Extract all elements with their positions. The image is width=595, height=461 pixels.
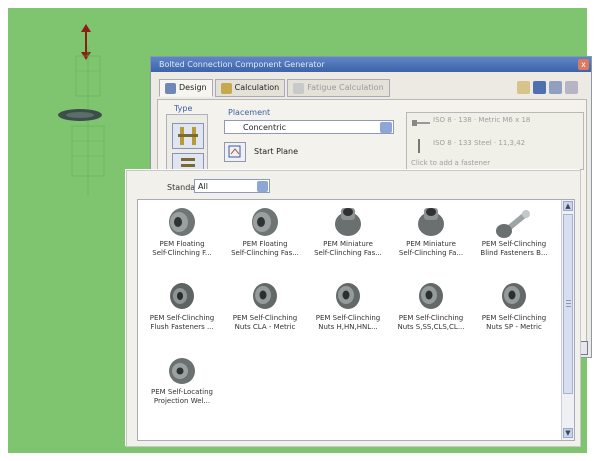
miniature-nut-icon bbox=[418, 208, 444, 236]
fastener-item[interactable]: PEM Self-Locating Projection Wel... bbox=[140, 352, 224, 422]
start-plane-label: Start Plane bbox=[254, 147, 299, 156]
fastener-item-label: Projection Wel... bbox=[153, 397, 211, 405]
tab-fatigue-calculation[interactable]: Fatigue Calculation bbox=[287, 79, 390, 97]
fastener-item-label: PEM Self-Clinching bbox=[481, 240, 547, 248]
options-icon[interactable] bbox=[549, 81, 562, 94]
fastener-list: ISO 8 · 138 · Metric M6 x 18 ISO 8 · 133… bbox=[406, 112, 584, 170]
design-icon bbox=[165, 82, 176, 94]
fastener-item-label: PEM Self-Clinching bbox=[481, 314, 547, 322]
standard-select[interactable]: All bbox=[194, 179, 270, 193]
scroll-thumb[interactable] bbox=[563, 214, 573, 394]
through-bolt-icon bbox=[178, 127, 198, 145]
fastener-item-label: Nuts SP - Metric bbox=[486, 323, 542, 331]
blind-fastener-icon bbox=[496, 210, 530, 238]
washer-preview bbox=[58, 109, 102, 121]
save-icon[interactable] bbox=[533, 81, 546, 94]
calculation-icon bbox=[220, 82, 232, 94]
clinch-nut-icon bbox=[336, 283, 360, 309]
scroll-up-button[interactable]: ▲ bbox=[563, 201, 573, 211]
fastener-item-label: PEM Floating bbox=[159, 240, 205, 248]
fastener-item-label: Blind Fasteners B... bbox=[480, 249, 548, 257]
gallery-scrollbar[interactable]: ▲ ▼ bbox=[561, 200, 574, 440]
washer-icon bbox=[418, 139, 420, 153]
fastener-item[interactable]: PEM Floating Self-Clinching Fas... bbox=[223, 204, 307, 274]
clinch-nut-icon bbox=[419, 283, 443, 309]
tab-strip: Design Calculation Fatigue Calculation bbox=[159, 79, 392, 97]
fastener-item[interactable]: PEM Self-Clinching Flush Fasteners ... bbox=[140, 278, 224, 348]
fastener-item[interactable]: PEM Self-Clinching Nuts S,SS,CLS,CL... bbox=[389, 278, 473, 348]
fastener-item-label: PEM Self-Locating bbox=[151, 388, 213, 396]
fastener-gallery-popup: Standard All ▲ ▼ PEM Floating Self-Clinch… bbox=[126, 170, 581, 447]
floating-nut-icon bbox=[252, 208, 278, 236]
fastener-item-label: PEM Miniature bbox=[323, 240, 373, 248]
fastener-item[interactable]: PEM Self-Clinching Nuts CLA - Metric bbox=[223, 278, 307, 348]
folder-open-icon[interactable] bbox=[517, 81, 530, 94]
fastener-item-label: Nuts CLA - Metric bbox=[234, 323, 296, 331]
fastener-item-label: Nuts S,SS,CLS,CL... bbox=[397, 323, 465, 331]
formula-icon[interactable] bbox=[565, 81, 578, 94]
fastener-item[interactable]: PEM Floating Self-Clinching F... bbox=[140, 204, 224, 274]
flush-nut-icon bbox=[170, 283, 194, 309]
chevron-down-icon[interactable] bbox=[257, 181, 268, 192]
fastener-item-label: PEM Self-Clinching bbox=[149, 314, 215, 322]
plane-icon bbox=[228, 145, 241, 158]
placement-select[interactable]: Concentric bbox=[224, 120, 394, 134]
tab-calculation[interactable]: Calculation bbox=[214, 79, 286, 97]
clinch-nut-icon bbox=[502, 283, 526, 309]
dialog-title: Bolted Connection Component Generator bbox=[151, 57, 591, 72]
fatigue-icon bbox=[293, 82, 305, 94]
fastener-item[interactable]: PEM Self-Clinching Blind Fasteners B... bbox=[472, 204, 556, 274]
fastener-item-label: PEM Self-Clinching bbox=[398, 314, 464, 322]
fastener-item-label: Nuts H,HN,HNL... bbox=[318, 323, 378, 331]
fastener-row[interactable]: ISO 8 · 138 · Metric M6 x 18 bbox=[433, 116, 530, 124]
weld-nut-icon bbox=[169, 358, 195, 384]
scroll-down-button[interactable]: ▼ bbox=[563, 428, 573, 438]
close-button[interactable]: x bbox=[578, 59, 589, 70]
through-bolt-type-button[interactable] bbox=[172, 123, 204, 149]
add-fastener-link[interactable]: Click to add a fastener bbox=[411, 159, 490, 167]
floating-nut-icon bbox=[169, 208, 195, 236]
fastener-item[interactable]: PEM Self-Clinching Nuts SP - Metric bbox=[472, 278, 556, 348]
fastener-item-label: PEM Floating bbox=[242, 240, 288, 248]
fastener-item-label: Self-Clinching Fa... bbox=[398, 249, 464, 257]
chevron-down-icon[interactable] bbox=[380, 122, 392, 133]
fastener-item-label: Self-Clinching Fas... bbox=[314, 249, 382, 257]
type-label: Type bbox=[174, 104, 193, 113]
fastener-gallery: ▲ ▼ PEM Floating Self-Clinching F... PEM F… bbox=[137, 199, 575, 441]
fastener-item[interactable]: PEM Miniature Self-Clinching Fa... bbox=[389, 204, 473, 274]
fastener-item-label: PEM Self-Clinching bbox=[315, 314, 381, 322]
fastener-row[interactable]: ISO 8 · 133 Steel · 11,3,42 bbox=[433, 139, 525, 147]
clinch-nut-icon bbox=[253, 283, 277, 309]
tab-design[interactable]: Design bbox=[159, 79, 213, 97]
fastener-item-label: Self-Clinching Fas... bbox=[231, 249, 299, 257]
placement-label: Placement bbox=[228, 108, 271, 117]
fastener-item-label: PEM Miniature bbox=[406, 240, 456, 248]
miniature-nut-icon bbox=[335, 208, 361, 236]
bolt-icon bbox=[412, 120, 430, 126]
fastener-item[interactable]: PEM Self-Clinching Nuts H,HN,HNL... bbox=[306, 278, 390, 348]
start-plane-button[interactable] bbox=[224, 142, 246, 162]
fastener-item-label: Self-Clinching F... bbox=[152, 249, 212, 257]
fastener-item[interactable]: PEM Miniature Self-Clinching Fas... bbox=[306, 204, 390, 274]
fastener-item-label: Flush Fasteners ... bbox=[150, 323, 214, 331]
fastener-item-label: PEM Self-Clinching bbox=[232, 314, 298, 322]
